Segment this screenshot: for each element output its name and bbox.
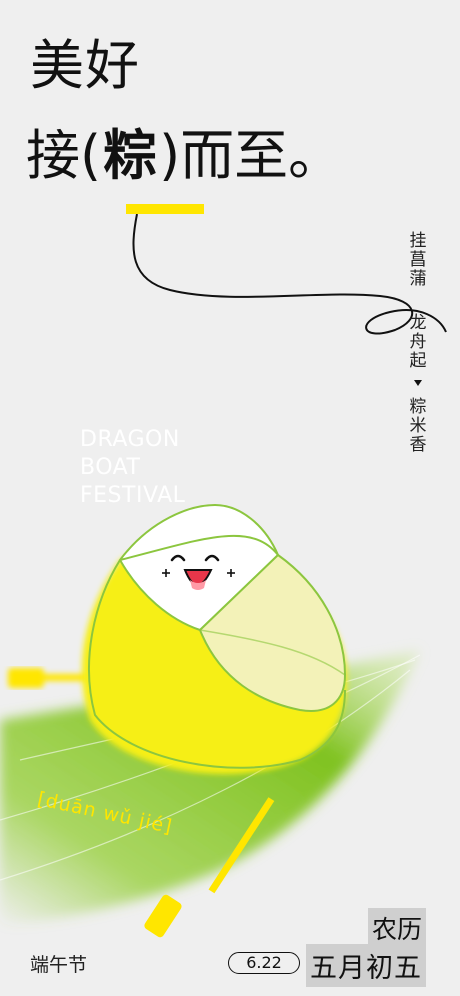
lunar-label: 农历 <box>368 908 427 948</box>
vertical-text-1: 挂菖蒲 <box>409 231 427 289</box>
zongzi <box>81 503 347 775</box>
headline-suffix: )而至。 <box>159 124 343 187</box>
separator-triangle <box>414 380 422 386</box>
vertical-text-3: 粽米香 <box>409 397 427 455</box>
headline-prefix: 接( <box>26 124 102 187</box>
date-badge: 6.22 <box>228 952 300 974</box>
string-line <box>132 213 447 335</box>
lunar-date: 五月初五 <box>306 944 426 987</box>
headline-line2: 接( 粽 )而至。 <box>26 126 342 186</box>
festival-name: 端午节 <box>30 954 88 976</box>
english-title: DRAGON BOAT FESTIVAL <box>80 427 186 508</box>
headline-line1: 美好 <box>30 34 140 97</box>
vertical-text-2: 龙舟起 <box>409 313 427 371</box>
headline-highlight: 粽 <box>103 124 158 187</box>
highlight-bar <box>126 204 204 214</box>
